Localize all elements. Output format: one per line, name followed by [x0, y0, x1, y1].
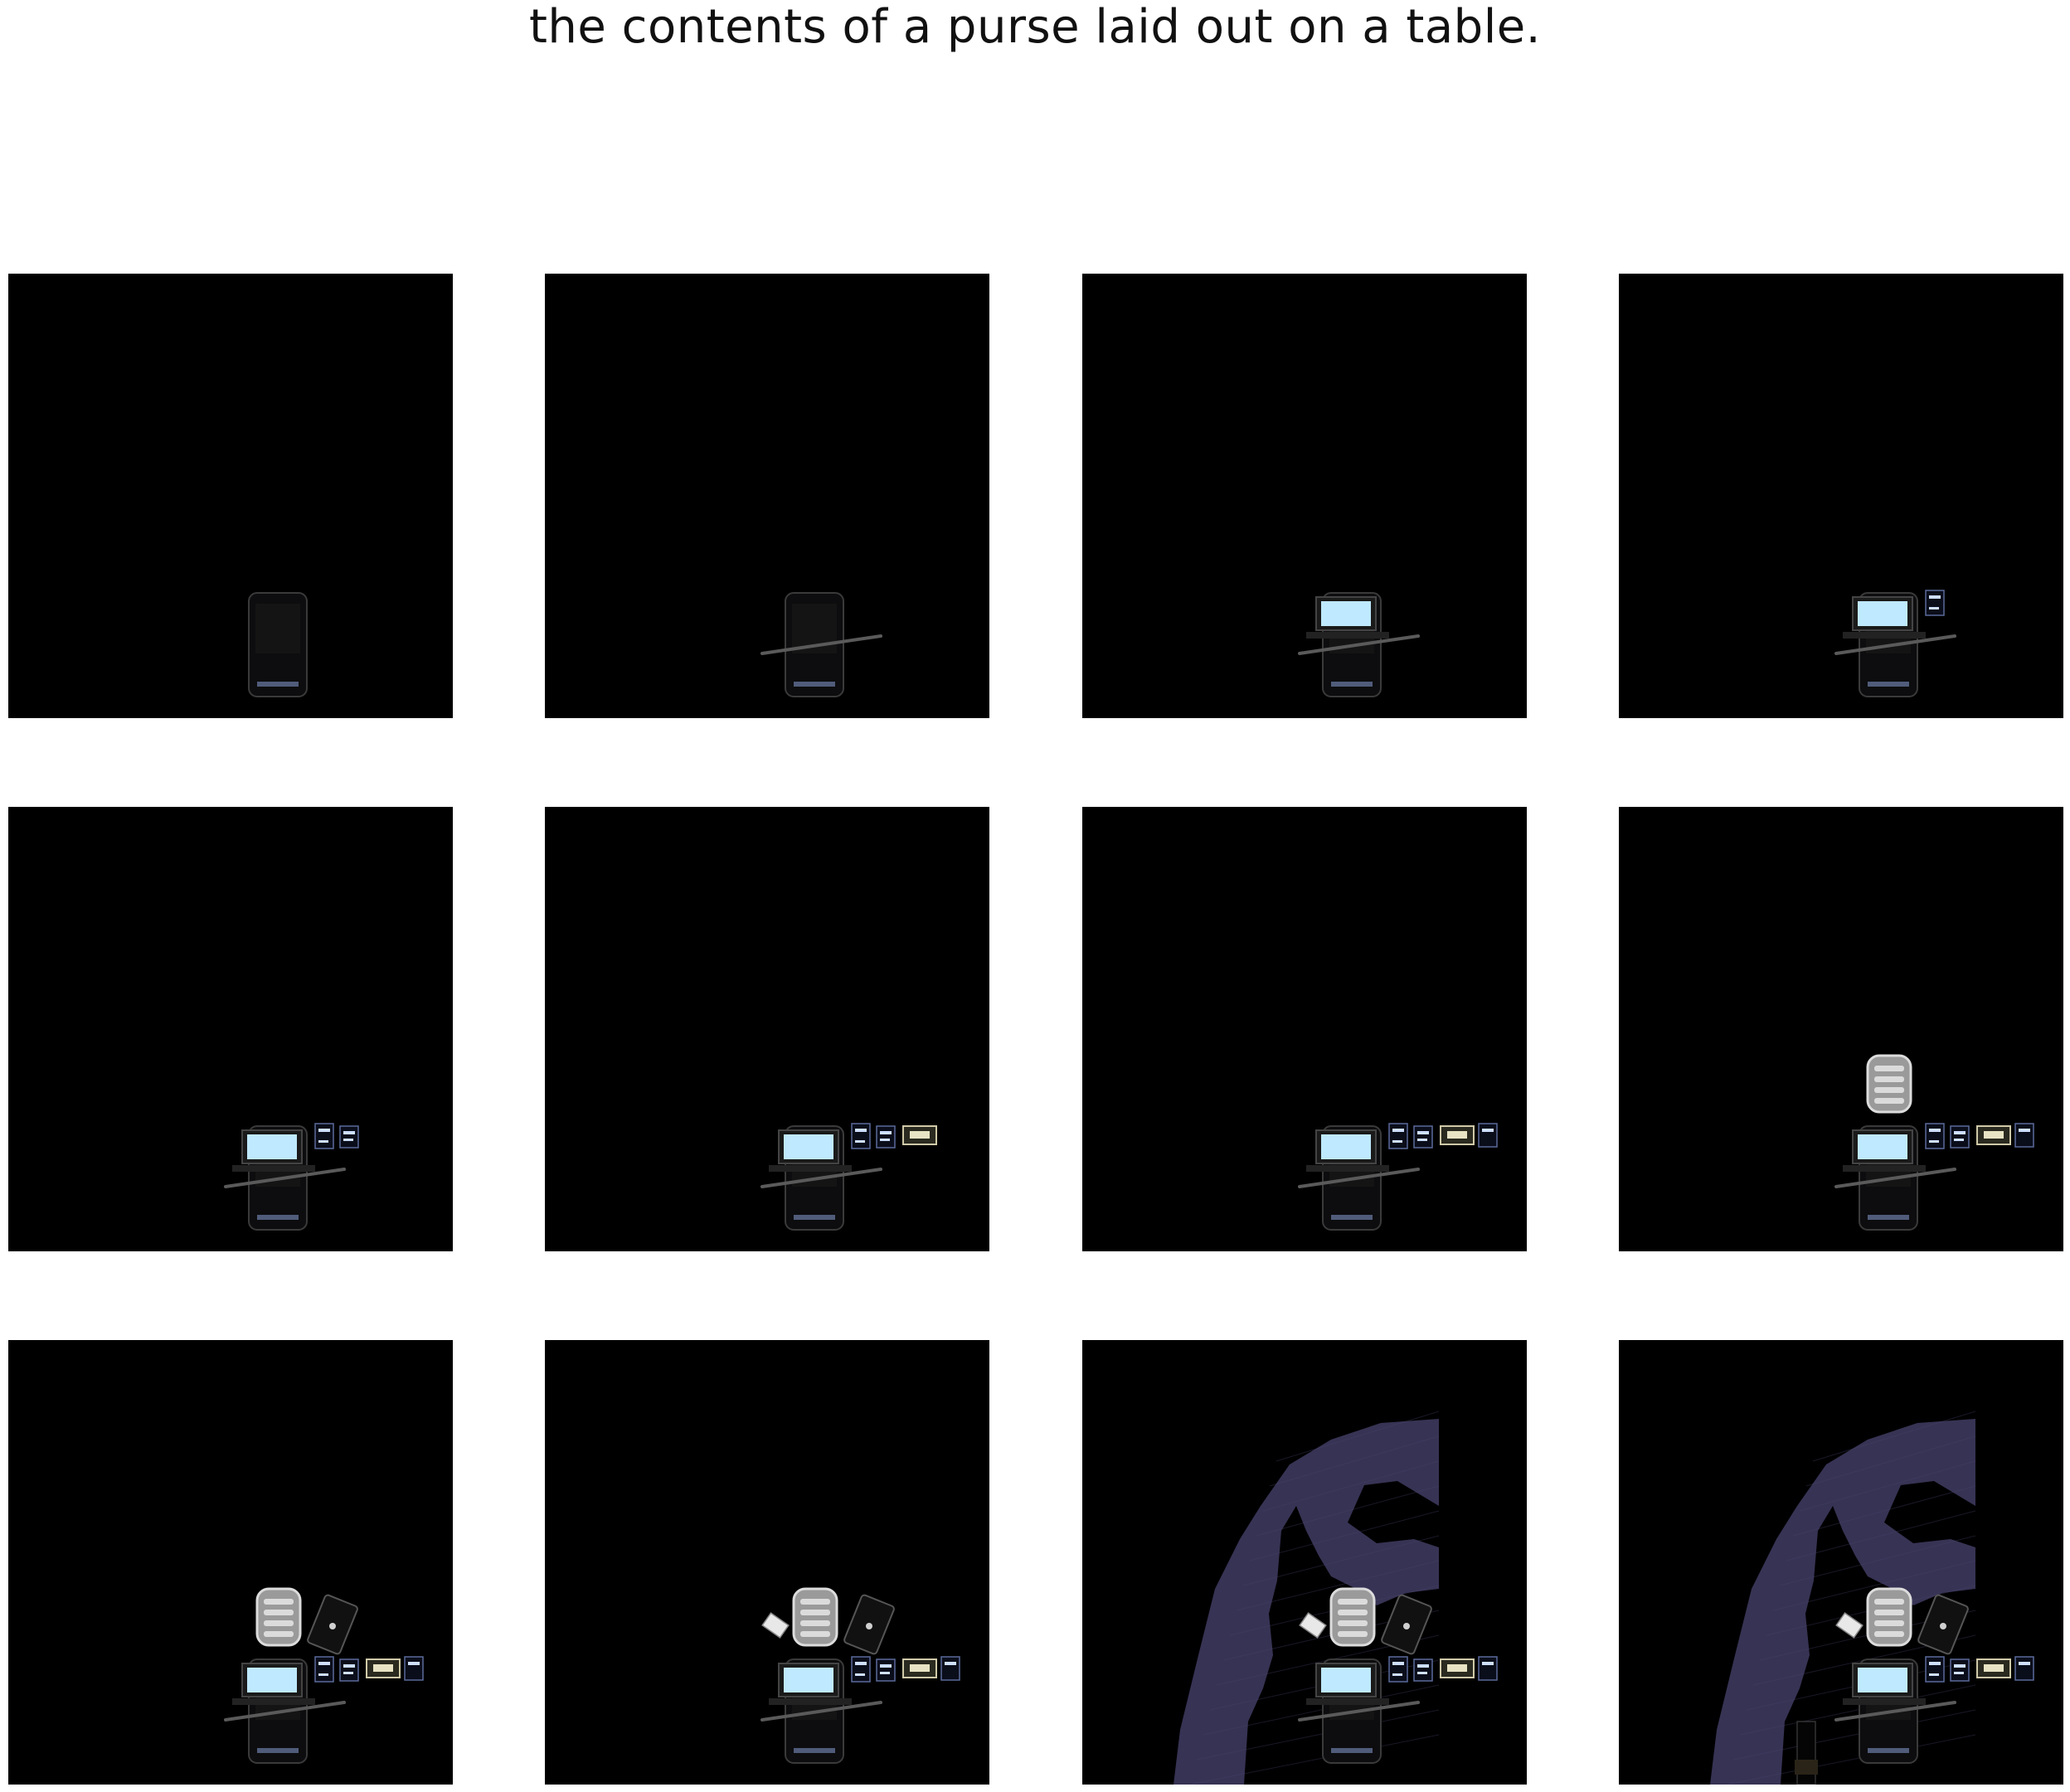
- card3-object: [1440, 1658, 1475, 1678]
- image-panel-1: [8, 274, 453, 718]
- card4-object: [404, 1656, 424, 1681]
- panel-image: [1082, 807, 1527, 1251]
- card4-object: [2014, 1656, 2034, 1681]
- card4-object: [2014, 1123, 2034, 1148]
- card1-object: [1388, 1123, 1408, 1149]
- card1-object: [851, 1123, 871, 1149]
- keypad-object: [255, 1587, 302, 1647]
- card3-object: [902, 1658, 937, 1678]
- image-panel-12: [1619, 1340, 2063, 1785]
- card1-object: [1925, 1123, 1945, 1149]
- image-panel-2: [545, 274, 989, 718]
- image-panel-7: [1082, 807, 1527, 1251]
- phone-object: [248, 592, 308, 697]
- card1-object: [314, 1656, 334, 1683]
- card1-object: [1925, 1656, 1945, 1683]
- panel-image: [1082, 274, 1527, 718]
- screen-object: [1306, 1663, 1389, 1705]
- image-panel-3: [1082, 274, 1527, 718]
- screen-object: [1843, 1129, 1926, 1172]
- card3-object: [366, 1658, 401, 1678]
- panel-image: [545, 274, 989, 718]
- card1-object: [1388, 1656, 1408, 1683]
- image-panel-11: [1082, 1340, 1527, 1785]
- card2-object: [339, 1125, 359, 1149]
- card3-object: [1976, 1658, 2011, 1678]
- card1-object: [1925, 590, 1945, 616]
- card1-object: [314, 1123, 334, 1149]
- panel-image: [1082, 1340, 1527, 1785]
- screen-object: [769, 1129, 852, 1172]
- screen-object: [1306, 596, 1389, 639]
- card4-object: [940, 1656, 960, 1681]
- keypad-object: [1866, 1054, 1912, 1114]
- card2-object: [1413, 1125, 1433, 1149]
- keypad-object: [1866, 1587, 1912, 1647]
- card3-object: [902, 1125, 937, 1145]
- panel-image: [8, 1340, 453, 1785]
- keypad-object: [792, 1587, 838, 1647]
- card4-object: [1478, 1656, 1498, 1681]
- panel-image: [1619, 807, 2063, 1251]
- screen-object: [232, 1129, 315, 1172]
- card3-object: [1440, 1125, 1475, 1145]
- card2-object: [1950, 1658, 1970, 1682]
- screen-object: [1843, 1663, 1926, 1705]
- card2-object: [1413, 1658, 1433, 1682]
- panel-image: [8, 274, 453, 718]
- panel-image: [8, 807, 453, 1251]
- image-panel-5: [8, 807, 453, 1251]
- screen-object: [769, 1663, 852, 1705]
- image-panel-6: [545, 807, 989, 1251]
- screen-object: [232, 1663, 315, 1705]
- panel-image: [545, 1340, 989, 1785]
- card2-object: [876, 1658, 896, 1682]
- panel-image: [1619, 1340, 2063, 1785]
- card1-object: [851, 1656, 871, 1683]
- image-grid: [0, 0, 2070, 1792]
- panel-image: [545, 807, 989, 1251]
- keypad-object: [1329, 1587, 1376, 1647]
- card2-object: [876, 1125, 896, 1149]
- image-panel-8: [1619, 807, 2063, 1251]
- card3-object: [1976, 1125, 2011, 1145]
- card4-object: [1478, 1123, 1498, 1148]
- screen-object: [1306, 1129, 1389, 1172]
- image-panel-9: [8, 1340, 453, 1785]
- image-panel-10: [545, 1340, 989, 1785]
- image-panel-4: [1619, 274, 2063, 718]
- screen-object: [1843, 596, 1926, 639]
- card2-object: [339, 1658, 359, 1682]
- bottle-object: [1795, 1721, 1818, 1785]
- card2-object: [1950, 1125, 1970, 1149]
- panel-image: [1619, 274, 2063, 718]
